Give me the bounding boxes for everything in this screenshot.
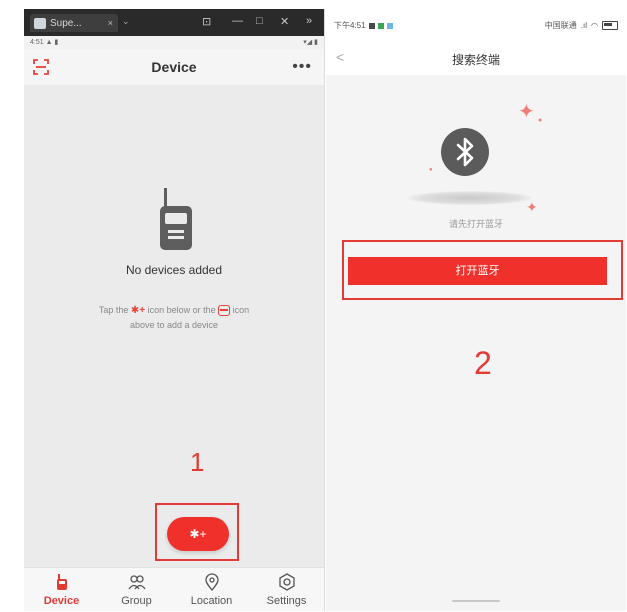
home-indicator[interactable] [452,600,500,602]
step-number-1: 1 [190,447,205,477]
window-screenshot-button[interactable]: ⊡ [202,15,211,28]
bluetooth-icon [441,128,489,176]
bluetooth-add-icon: ✱+ [189,527,207,541]
left-status-bar: 4:51 ▲ ▮ ▾◢ ▮ [24,36,324,49]
bluetooth-caption: 请先打开蓝牙 [448,219,503,229]
tab-device[interactable]: Device [24,568,99,611]
tab-label-device: Device [43,595,80,607]
empty-state-hint: Tap the ✱+ icon below or the icon above … [64,303,284,333]
emulator-tab-title: Supe... [50,17,82,29]
status-time: 下午4:51 [334,21,366,30]
right-status-bar: 下午4:51 中国联通 .ıl ◠ [326,9,626,39]
page-title: Device [151,59,197,75]
hint-text-3: icon [232,305,250,315]
more-icon[interactable]: ••• [292,58,312,76]
group-icon [127,575,146,590]
status-right-group: 中国联通 .ıl ◠ [545,20,618,31]
window-maximize-button[interactable]: □ [256,15,263,27]
carrier-label: 中国联通 [544,21,577,30]
search-terminal-header: < 搜索终端 [326,39,626,75]
scan-inline-icon [218,305,231,317]
sparkle-icon: ✦ [526,199,538,215]
notification-icon [368,22,375,29]
tab-location[interactable]: Location [174,568,249,611]
status-left-group: 下午4:51 [334,20,393,31]
notification-icon [377,22,384,29]
window-minimize-button[interactable]: — [232,15,243,27]
window-close-button[interactable]: ✕ [280,15,289,28]
emulator-window-bar: Supe... × ⌄ ⊡ — □ ✕ » [24,9,324,36]
tab-dropdown-icon[interactable]: ⌄ [122,16,130,27]
open-bluetooth-button[interactable]: 打开蓝牙 [348,257,607,285]
add-bluetooth-device-button[interactable]: ✱+ [167,517,229,551]
bottom-tab-bar: Device Group Location Settings [24,567,324,611]
settings-icon [278,573,295,591]
tab-group[interactable]: Group [99,568,174,611]
battery-icon [602,21,618,30]
hint-text-2: icon below or the [147,305,216,315]
emulator-tab[interactable]: Supe... × [30,14,118,32]
radio-icon [56,574,67,590]
step-number-2: 2 [474,345,492,381]
bluetooth-inline-icon: ✱+ [130,305,146,316]
notification-icon [386,22,393,29]
tab-label-group: Group [121,595,152,607]
hint-text-1: Tap the [98,305,129,315]
tab-label-location: Location [190,595,233,607]
bluetooth-shadow [408,191,532,205]
window-more-button[interactable]: » [306,15,312,27]
sparkle-icon: ✦ [518,101,535,123]
device-header: Device ••• [24,49,324,85]
wifi-icon: ◠ [591,21,598,30]
left-phone-screen: Supe... × ⌄ ⊡ — □ ✕ » 4:51 ▲ ▮ ▾◢ ▮ Devi… [24,9,325,611]
tab-settings[interactable]: Settings [249,568,324,611]
hint-text-4: above to add a device [129,320,219,330]
status-right: ▾◢ ▮ [303,39,318,46]
sparkle-icon: ● [538,117,543,124]
empty-state-title: No devices added [125,263,223,277]
walkie-talkie-icon [160,188,192,250]
location-icon [204,573,219,591]
right-phone-screen: 下午4:51 中国联通 .ıl ◠ < 搜索终端 ✦ ● ● ✦ 请先打开蓝牙 … [326,9,626,611]
app-logo-icon [34,17,46,29]
sparkle-icon: ● [429,167,433,173]
signal-icon: .ıl [580,21,588,30]
status-left: 4:51 ▲ ▮ [30,39,59,46]
tab-close-icon[interactable]: × [108,18,113,28]
tab-label-settings: Settings [266,595,307,607]
page-title: 搜索终端 [451,53,500,67]
